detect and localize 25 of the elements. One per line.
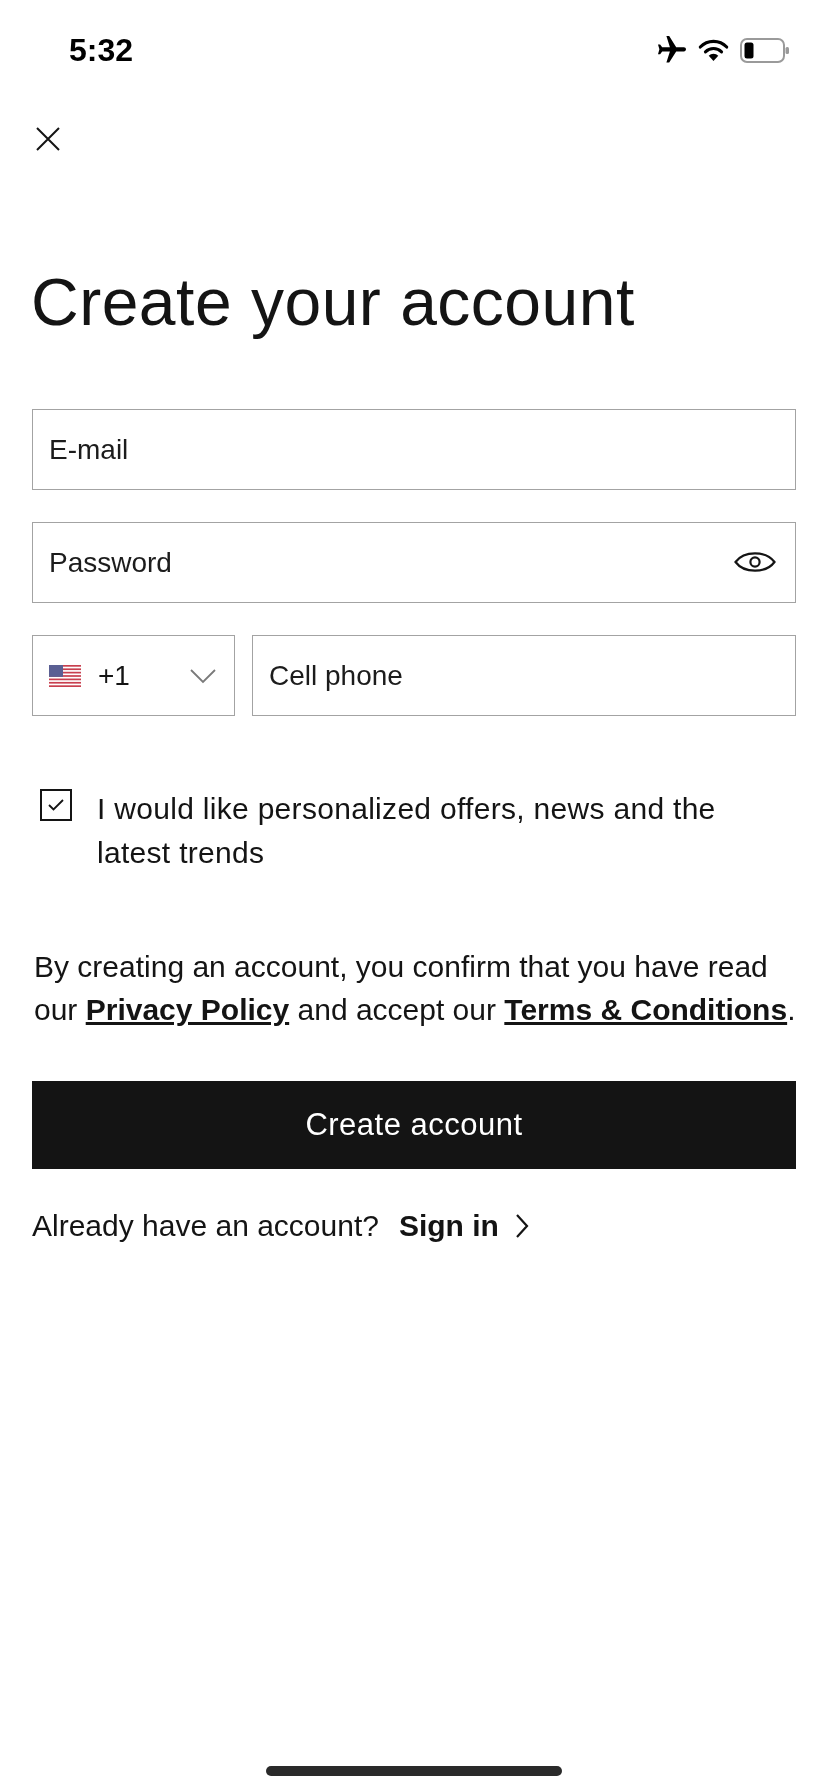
email-field[interactable]: E-mail [32,409,796,490]
status-time: 5:32 [69,31,134,69]
wifi-icon [698,38,729,62]
sign-in-link[interactable]: Sign in [398,1204,529,1248]
create-account-button[interactable]: Create account [32,1081,796,1169]
terms-link[interactable]: Terms & Conditions [504,993,788,1026]
caret-icon [190,667,216,684]
flag-icon [49,664,81,687]
opt-in-label: I would like personalized offers, news and the latest trends [97,791,717,871]
close-icon [36,127,60,151]
page-title: Create your account [31,264,636,341]
show-password-button[interactable] [734,549,776,575]
close-button[interactable] [36,127,60,151]
cell-phone-field[interactable]: Cell phone [252,635,796,716]
legal-text: By creating an account, you confirm that you have read our Privacy Policy and accept our Terms & Conditions. [34,949,796,1028]
chevron-right-icon [514,1213,529,1239]
password-field[interactable]: Password [32,522,796,603]
airplane-icon [657,36,687,64]
battery-icon [740,37,790,63]
sign-in-prompt: Already have an account? [32,1208,379,1244]
eye-icon [734,549,776,575]
checkmark-icon [48,799,64,811]
country-code-select[interactable]: +1 [32,635,235,716]
checkbox[interactable] [40,789,72,821]
privacy-policy-link[interactable]: Privacy Policy [85,993,290,1026]
